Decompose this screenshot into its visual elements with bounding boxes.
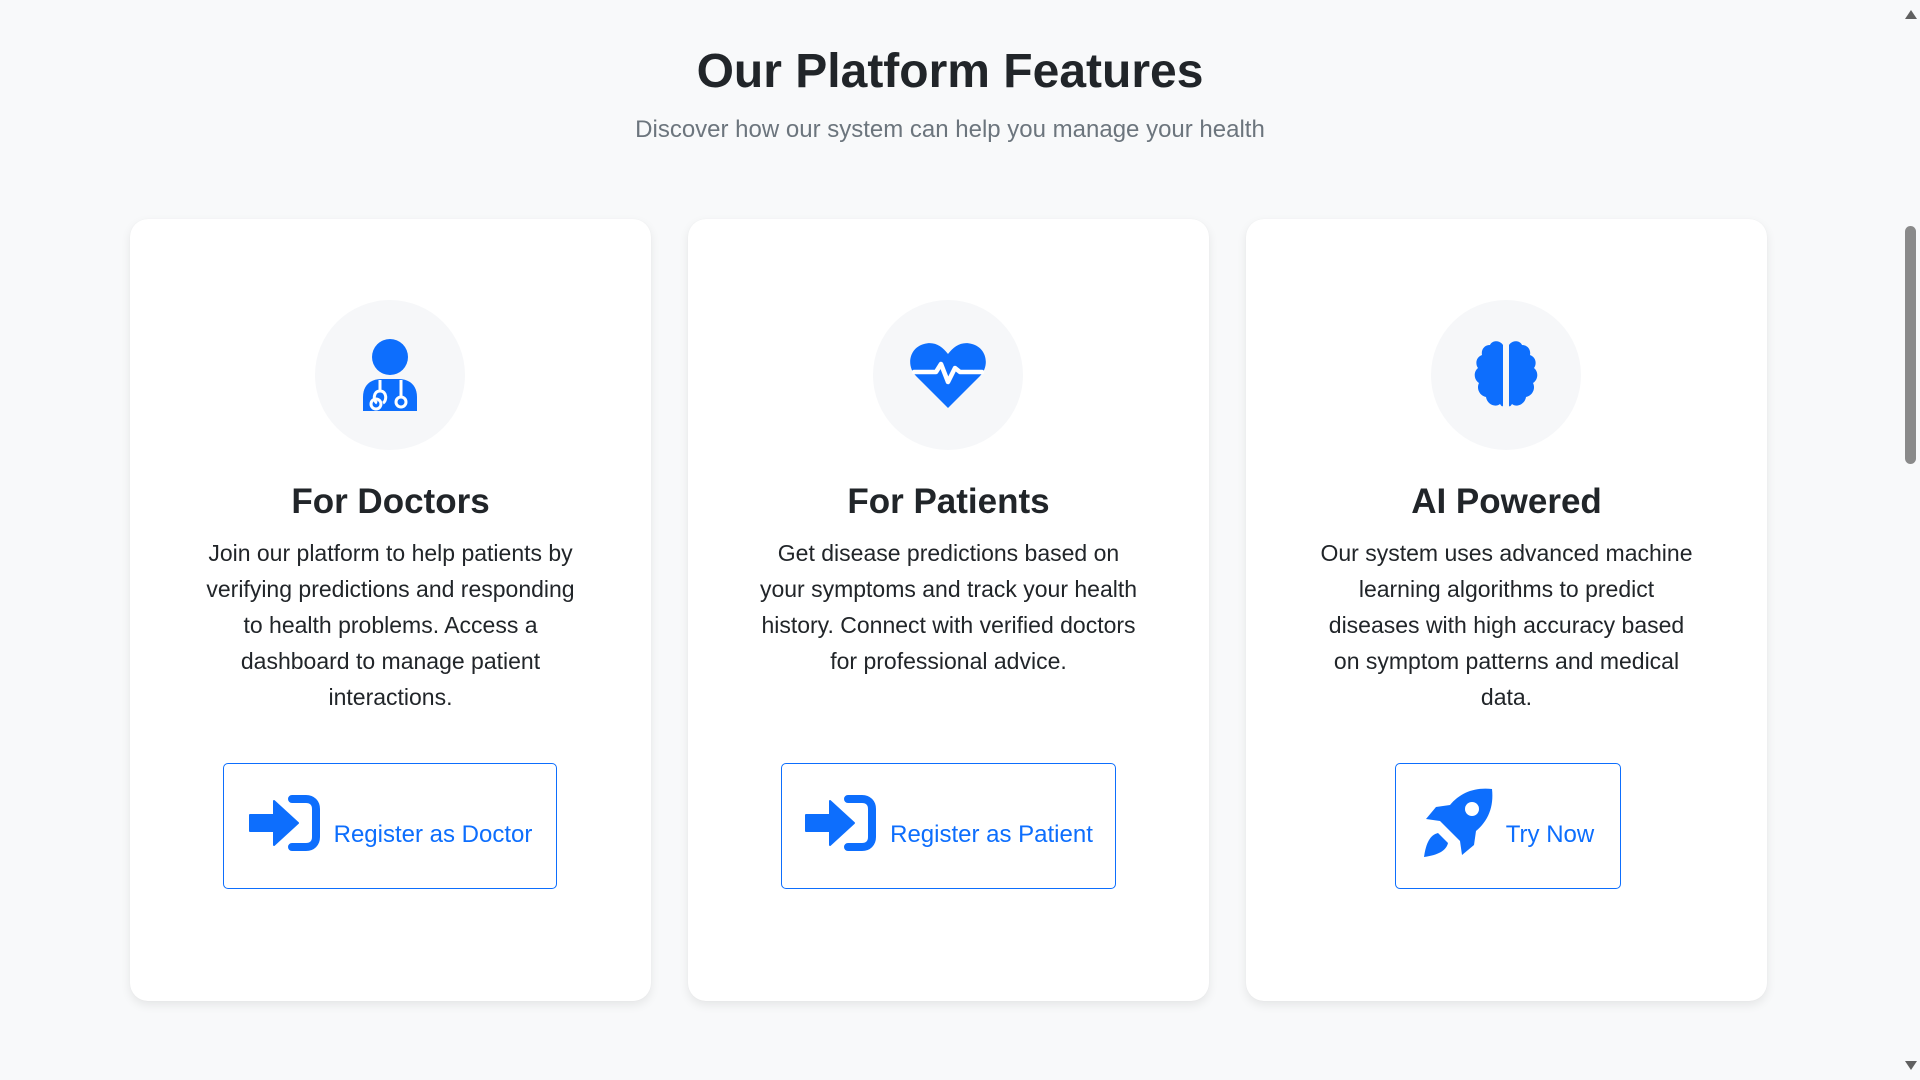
register-patient-label: Register as Patient xyxy=(890,821,1093,848)
card-description: Get disease predictions based on your sy… xyxy=(759,540,1138,674)
card-title: AI Powered xyxy=(1411,482,1602,521)
brain-icon xyxy=(1470,339,1542,411)
try-now-button[interactable]: Try Now xyxy=(1395,763,1621,889)
sign-in-icon xyxy=(804,791,878,862)
rocket-icon xyxy=(1422,787,1494,866)
register-doctor-label: Register as Doctor xyxy=(333,821,533,848)
card-title: For Patients xyxy=(847,482,1050,521)
register-doctor-button[interactable]: Register as Doctor xyxy=(223,763,557,889)
icon-circle xyxy=(873,300,1023,450)
heart-pulse-icon xyxy=(910,342,986,408)
features-page: Our Platform Features Discover how our s… xyxy=(0,0,1900,1080)
feature-cards: For Doctors Join our platform to help pa… xyxy=(130,219,1767,1001)
scroll-down-arrow-icon[interactable] xyxy=(1905,1061,1917,1070)
sign-in-icon xyxy=(248,791,322,862)
scroll-thumb[interactable] xyxy=(1905,226,1916,464)
section-title: Our Platform Features xyxy=(696,45,1204,98)
register-patient-button[interactable]: Register as Patient xyxy=(781,763,1116,889)
icon-circle xyxy=(1431,300,1581,450)
feature-card-ai: AI Powered Our system uses advanced mach… xyxy=(1246,219,1767,1001)
scroll-up-arrow-icon[interactable] xyxy=(1905,10,1917,19)
feature-card-patients: For Patients Get disease predictions bas… xyxy=(688,219,1209,1001)
try-now-label: Try Now xyxy=(1505,821,1595,848)
card-description: Join our platform to help patients by ve… xyxy=(206,540,575,710)
card-title: For Doctors xyxy=(291,482,490,521)
feature-card-doctors: For Doctors Join our platform to help pa… xyxy=(130,219,651,1001)
user-doctor-icon xyxy=(355,339,425,411)
card-description: Our system uses advanced machine learnin… xyxy=(1320,540,1693,710)
icon-circle xyxy=(315,300,465,450)
section-subtitle: Discover how our system can help you man… xyxy=(635,116,1265,143)
vertical-scrollbar[interactable] xyxy=(1900,0,1920,1080)
